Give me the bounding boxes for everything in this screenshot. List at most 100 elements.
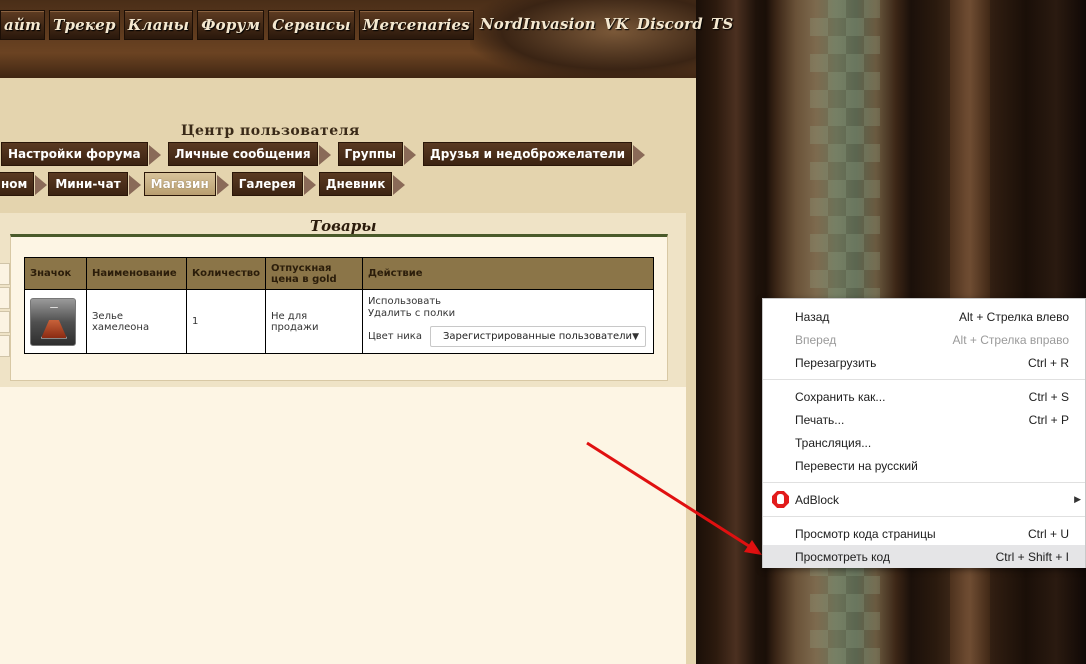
tab-gallery[interactable]: Галерея — [231, 172, 316, 196]
nick-color-select[interactable]: Зарегистрированные пользователи ▼ — [429, 326, 646, 347]
menu-shortcut: Ctrl + U — [1027, 526, 1069, 541]
menu-label: Печать... — [795, 412, 845, 427]
tab-arrow-icon — [35, 175, 48, 195]
menu-shortcut: Alt + Стрелка вправо — [952, 332, 1069, 347]
nav-tracker[interactable]: Трекер — [49, 10, 120, 40]
tab-diary[interactable]: Дневник — [318, 172, 406, 196]
cell-name: Зелье хамелеона — [86, 289, 187, 354]
goods-title: Товары — [310, 217, 377, 235]
tab-arrow-icon — [318, 145, 331, 165]
tab-mini-chat[interactable]: Мини-чат — [48, 172, 141, 196]
menu-label: Назад — [795, 309, 830, 324]
menu-print[interactable]: Печать... Ctrl + P — [763, 408, 1085, 431]
menu-shortcut: Ctrl + S — [1028, 389, 1069, 404]
chevron-down-icon: ▼ — [632, 331, 639, 342]
menu-label: Просмотреть код — [795, 549, 890, 564]
goods-table: Значок Наименование Количество Отпускная… — [24, 257, 655, 354]
remove-link[interactable]: Удалить с полки — [368, 308, 648, 320]
tab-arrow-icon — [404, 145, 417, 165]
ucp-tabs-row-2: ном Мини-чат Магазин Галерея Дневник — [0, 172, 406, 196]
tab-label: Друзья и недоброжелатели — [430, 147, 625, 161]
menu-inspect[interactable]: Просмотреть код Ctrl + Shift + I — [763, 545, 1085, 568]
nav-vk[interactable]: VK — [602, 10, 631, 40]
potion-icon — [30, 297, 76, 346]
tab-partial[interactable]: ном — [0, 172, 48, 196]
menu-separator — [763, 379, 1085, 380]
tab-label: Дневник — [325, 177, 386, 191]
cell-price: Не для продажи — [264, 289, 363, 354]
menu-shortcut: Ctrl + Shift + I — [995, 549, 1069, 564]
tab-arrow-icon — [303, 175, 316, 195]
tab-private-messages[interactable]: Личные сообщения — [167, 142, 331, 166]
tab-shop[interactable]: Магазин — [143, 172, 229, 196]
tab-label: Личные сообщения — [174, 147, 311, 161]
nav-site[interactable]: айт — [0, 10, 46, 40]
nav-nordinvasion[interactable]: NordInvasion — [478, 10, 598, 40]
nick-color-row: Цвет ника Зарегистрированные пользовател… — [368, 326, 648, 347]
menu-back[interactable]: Назад Alt + Стрелка влево — [763, 305, 1085, 328]
menu-view-source[interactable]: Просмотр кода страницы Ctrl + U — [763, 522, 1085, 545]
submenu-arrow-icon: ▶ — [1074, 494, 1081, 504]
flask-icon — [41, 306, 67, 339]
left-stubs — [0, 263, 10, 359]
nav-mercenaries[interactable]: Mercenaries — [358, 10, 474, 40]
tab-label: Мини-чат — [55, 177, 121, 191]
col-name: Наименование — [86, 257, 187, 290]
cell-action: Использовать Удалить с полки Цвет ника З… — [361, 289, 655, 354]
nav-services[interactable]: Сервисы — [268, 10, 355, 40]
menu-shortcut: Ctrl + P — [1028, 412, 1069, 427]
menu-label: Трансляция... — [795, 435, 872, 450]
tab-arrow-icon — [393, 175, 406, 195]
tab-label: Магазин — [150, 177, 209, 191]
nav-forum[interactable]: Форум — [197, 10, 265, 40]
menu-translate[interactable]: Перевести на русский — [763, 454, 1085, 477]
menu-shortcut: Alt + Стрелка влево — [958, 309, 1069, 324]
nick-color-label: Цвет ника — [367, 331, 422, 342]
tab-label: Настройки форума — [8, 147, 141, 161]
tab-label: ном — [1, 177, 28, 191]
tab-arrow-icon — [633, 145, 645, 165]
cell-icon — [24, 289, 87, 354]
menu-separator — [763, 516, 1085, 517]
menu-label: AdBlock — [795, 492, 840, 507]
nick-color-value: Зарегистрированные пользователи — [442, 331, 633, 342]
col-price: Отпускная цена в gold — [264, 257, 363, 290]
col-icon: Значок — [24, 257, 87, 290]
menu-cast[interactable]: Трансляция... — [763, 431, 1085, 454]
stub — [0, 263, 10, 285]
adblock-icon — [772, 491, 789, 508]
nav-discord[interactable]: Discord — [635, 10, 705, 40]
table-row: Зелье хамелеона 1 Не для продажи Использ… — [24, 289, 655, 354]
ucp-tabs-row-1: Настройки форума Личные сообщения Группы… — [1, 142, 645, 166]
menu-shortcut: Ctrl + R — [1027, 355, 1069, 370]
use-link[interactable]: Использовать — [368, 296, 648, 308]
stub — [0, 287, 10, 309]
top-navigation: айт Трекер Кланы Форум Сервисы Mercenari… — [0, 10, 735, 40]
menu-save-as[interactable]: Сохранить как... Ctrl + S — [763, 385, 1085, 408]
tab-label: Группы — [344, 147, 397, 161]
stub — [0, 335, 10, 357]
nav-clans[interactable]: Кланы — [123, 10, 194, 40]
table-header-row: Значок Наименование Количество Отпускная… — [24, 257, 655, 290]
tab-label: Галерея — [238, 177, 296, 191]
menu-label: Просмотр кода страницы — [795, 526, 936, 541]
context-menu: Назад Alt + Стрелка влево Вперед Alt + С… — [762, 298, 1086, 568]
tab-arrow-icon — [216, 175, 229, 195]
tab-forum-settings[interactable]: Настройки форума — [1, 142, 161, 166]
menu-reload[interactable]: Перезагрузить Ctrl + R — [763, 351, 1085, 374]
menu-adblock[interactable]: AdBlock ▶ — [763, 488, 1085, 511]
tab-arrow-icon — [128, 175, 141, 195]
col-action: Действие — [361, 257, 655, 290]
menu-label: Вперед — [795, 332, 837, 347]
nav-ts[interactable]: TS — [709, 10, 735, 40]
tab-groups[interactable]: Группы — [337, 142, 417, 166]
ucp-title: Центр пользователя — [181, 123, 360, 139]
tab-friends-foes[interactable]: Друзья и недоброжелатели — [423, 142, 645, 166]
col-quantity: Количество — [186, 257, 266, 290]
cell-quantity: 1 — [186, 289, 266, 354]
menu-label: Сохранить как... — [795, 389, 886, 404]
menu-label: Перевести на русский — [795, 458, 918, 473]
stub — [0, 311, 10, 333]
tab-arrow-icon — [148, 145, 161, 165]
menu-forward[interactable]: Вперед Alt + Стрелка вправо — [763, 328, 1085, 351]
